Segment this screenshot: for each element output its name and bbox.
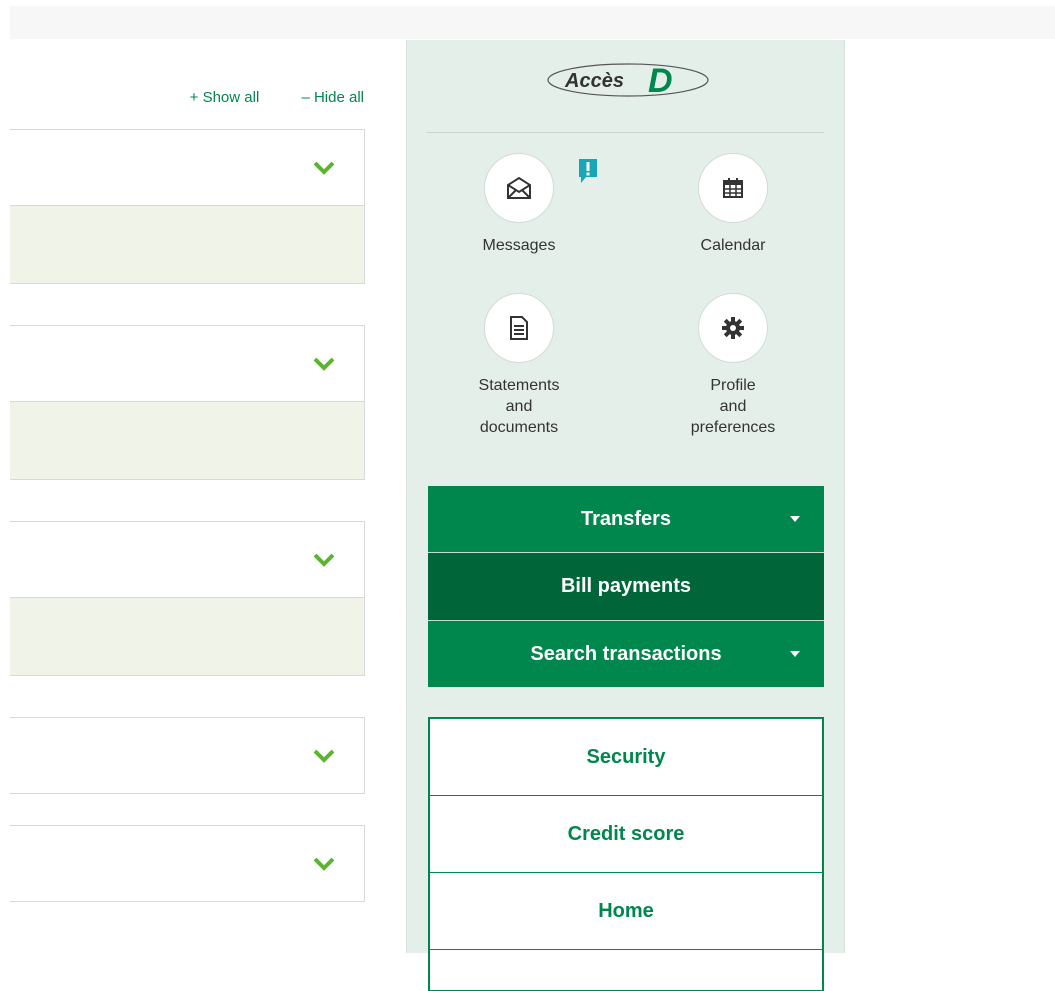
chevron-down-icon[interactable] (313, 157, 335, 179)
accordion-header[interactable] (10, 826, 364, 901)
accordion-panel-4 (10, 717, 365, 794)
bill-payments-button[interactable]: Bill payments (428, 553, 824, 620)
chevron-down-icon[interactable] (313, 353, 335, 375)
logo-text: Accès (564, 70, 624, 92)
messages-circle[interactable] (484, 153, 554, 223)
accordion-header[interactable] (10, 718, 364, 793)
gear-icon (722, 317, 744, 339)
accordion-panel-5 (10, 825, 365, 902)
accordion-header[interactable] (10, 130, 364, 205)
profile-circle[interactable] (698, 293, 768, 363)
transfers-button[interactable]: Transfers (428, 486, 824, 552)
credit-score-link[interactable]: Credit score (430, 796, 822, 873)
accordion-body (10, 205, 364, 283)
accordion-panel-1 (10, 129, 365, 284)
caret-down-icon[interactable] (790, 516, 800, 522)
profile-tool[interactable]: Profile and preferences (673, 293, 793, 438)
accordion-panel-3 (10, 521, 365, 676)
show-all-link[interactable]: + Show all (190, 89, 260, 106)
chevron-down-icon[interactable] (313, 853, 335, 875)
search-transactions-button[interactable]: Search transactions (428, 621, 824, 687)
accordion-panel-2 (10, 325, 365, 480)
accordion-body (10, 597, 364, 675)
show-hide-controls: + Show all – Hide all (190, 89, 364, 106)
search-transactions-label: Search transactions (530, 642, 722, 665)
bill-payments-label: Bill payments (560, 575, 692, 597)
chevron-down-icon[interactable] (313, 745, 335, 767)
transfers-label: Transfers (580, 507, 672, 530)
sidebar-links: Security Credit score Home (428, 717, 824, 991)
logo-letter: D (648, 62, 673, 100)
chevron-down-icon[interactable] (313, 549, 335, 571)
home-link[interactable]: Home (430, 873, 822, 950)
new-message-alert-icon (579, 159, 597, 183)
profile-label: Profile and preferences (690, 377, 776, 436)
logo-divider (427, 132, 824, 133)
messages-label: Messages (482, 237, 556, 254)
main-content: + Show all – Hide all (10, 39, 366, 953)
sidebar: Accès D Messages Calendar Statements and… (406, 40, 845, 991)
messages-tool[interactable]: Messages (459, 153, 579, 256)
top-bar (10, 6, 1055, 39)
hide-all-link[interactable]: – Hide all (301, 89, 364, 106)
envelope-icon (507, 176, 531, 199)
calendar-label: Calendar (700, 237, 766, 254)
security-link[interactable]: Security (430, 719, 822, 796)
statements-label: Statements and documents (478, 377, 560, 436)
statements-tool[interactable]: Statements and documents (459, 293, 579, 438)
acces-d-logo[interactable]: Accès D (543, 56, 713, 102)
caret-down-icon[interactable] (790, 651, 800, 657)
calendar-tool[interactable]: Calendar (673, 153, 793, 256)
accordion-header[interactable] (10, 326, 364, 401)
statements-circle[interactable] (484, 293, 554, 363)
calendar-icon (723, 178, 743, 198)
accordion-header[interactable] (10, 522, 364, 597)
document-icon (510, 316, 528, 340)
next-link-partial[interactable] (430, 950, 822, 991)
calendar-circle[interactable] (698, 153, 768, 223)
accordion-body (10, 401, 364, 479)
